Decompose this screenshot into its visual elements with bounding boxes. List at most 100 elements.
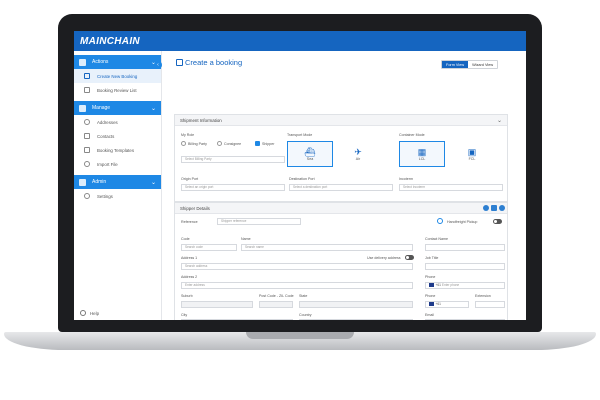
handfreight-label: Handfreight Pickup: [447, 220, 478, 224]
reference-input[interactable]: Shipper reference: [217, 218, 301, 225]
sidebar-item-help[interactable]: Help: [80, 310, 99, 316]
phone2-input[interactable]: +61: [425, 301, 469, 308]
laptop-notch: [246, 332, 354, 339]
phone-placeholder: Enter phone: [441, 283, 460, 287]
contact-name-input[interactable]: [425, 244, 505, 251]
email-input[interactable]: [425, 319, 505, 320]
sidebar-group-label: Admin: [92, 179, 107, 185]
sidebar-item-create-new-booking[interactable]: Create New Booking: [74, 69, 161, 83]
gear-icon: [84, 193, 90, 199]
help-icon: [80, 310, 86, 316]
refresh-icon[interactable]: [483, 205, 489, 211]
city-label: City: [181, 313, 188, 317]
address1-input[interactable]: Search address: [181, 263, 413, 270]
wizard-view-button[interactable]: Wizard View: [468, 61, 497, 68]
suburb-label: Suburb: [181, 294, 193, 298]
phone-code: +61: [435, 283, 441, 287]
section-header[interactable]: Shipper Details: [175, 203, 507, 214]
incoterm-select[interactable]: Select Incoterm: [399, 184, 503, 191]
sidebar-item-booking-review-list[interactable]: Booking Review List: [74, 83, 161, 97]
code-input[interactable]: Search code: [181, 244, 237, 251]
transport-mode-sea[interactable]: ⛴ Sea: [287, 141, 333, 167]
container-mode-label: LCL: [418, 157, 426, 161]
job-title-label: Job Title: [425, 256, 439, 260]
check-circle-icon: [437, 218, 443, 224]
city-input[interactable]: [181, 319, 293, 320]
sidebar-item-label: Import File: [97, 161, 118, 167]
sidebar-item-contacts[interactable]: Contacts: [74, 129, 161, 143]
address2-input[interactable]: Enter address: [181, 282, 413, 289]
use-delivery-address-toggle[interactable]: [405, 255, 414, 260]
section-header[interactable]: Shipment Information ⌄: [175, 115, 507, 126]
sidebar-group-actions[interactable]: Actions⌄: [74, 55, 161, 69]
form-view-button[interactable]: Form View: [442, 61, 469, 68]
name-input[interactable]: Search name: [241, 244, 413, 251]
role-select[interactable]: Select Billing Party: [181, 156, 285, 163]
country-label: Country: [299, 313, 312, 317]
app-logo: MAINCHAIN: [80, 35, 140, 47]
chevron-down-icon: ⌄: [496, 117, 502, 124]
radio-icon: [217, 141, 222, 146]
sidebar-item-label: Booking Review List: [97, 87, 137, 93]
sidebar-group-manage[interactable]: Manage ⌄: [74, 101, 161, 115]
sidebar-item-label: Contacts: [97, 133, 115, 139]
origin-port-select[interactable]: Select an origin port: [181, 184, 285, 191]
phone-input[interactable]: +61 Enter phone: [425, 282, 505, 289]
transport-mode-label: Air: [355, 157, 361, 161]
state-input[interactable]: [299, 301, 413, 308]
settings-icon[interactable]: [499, 205, 505, 211]
sidebar-item-label: Settings: [97, 193, 113, 199]
laptop-frame: MAINCHAIN Actions⌄ Create New Booking Bo…: [0, 0, 600, 400]
list-icon: [84, 87, 90, 93]
role-billing-party-radio[interactable]: Billing Party: [181, 141, 207, 146]
sidebar-collapse-button[interactable]: ‹: [154, 61, 162, 69]
save-icon[interactable]: [491, 205, 497, 211]
reference-label: Reference: [181, 220, 198, 224]
address1-label: Address 1: [181, 256, 198, 260]
boxes-icon: ▦: [417, 147, 427, 157]
sidebar-item-booking-templates[interactable]: Booking Templates: [74, 143, 161, 157]
sidebar-group-label: Manage: [92, 105, 111, 111]
sidebar-group-label: Actions: [92, 59, 109, 65]
transport-mode-label: Sea: [306, 157, 314, 161]
sidebar-item-label: Addresses: [97, 119, 118, 125]
handfreight-toggle[interactable]: [493, 219, 502, 224]
container-mode-label: FCL: [468, 157, 476, 161]
container-mode-fcl[interactable]: ▣ FCL: [449, 141, 495, 167]
contacts-icon: [84, 133, 90, 139]
shipper-details-section: Shipper Details Reference Shipper refere…: [174, 202, 508, 320]
sidebar-item-import-file[interactable]: Import File: [74, 157, 161, 171]
role-consignee-radio[interactable]: Consignee: [217, 141, 241, 146]
postcode-input[interactable]: [259, 301, 293, 308]
sidebar-item-addresses[interactable]: Addresses: [74, 115, 161, 129]
address2-label: Address 2: [181, 275, 198, 279]
sidebar-item-settings[interactable]: Settings: [74, 189, 161, 203]
destination-port-select[interactable]: Select a destination port: [289, 184, 393, 191]
state-label: State: [299, 294, 308, 298]
radio-label: Billing Party: [188, 141, 207, 146]
role-shipper-radio[interactable]: Shipper: [255, 141, 274, 146]
chevron-down-icon: ⌄: [150, 105, 156, 112]
template-icon: [84, 147, 90, 153]
app-screen: MAINCHAIN Actions⌄ Create New Booking Bo…: [74, 31, 526, 320]
australia-flag-icon: [429, 283, 434, 287]
extension-label: Extension: [475, 294, 491, 298]
extension-input[interactable]: [475, 301, 505, 308]
cloud-upload-icon: [84, 161, 90, 167]
radio-icon: [181, 141, 186, 146]
country-input[interactable]: [299, 319, 413, 320]
sidebar: Actions⌄ Create New Booking Booking Revi…: [74, 51, 162, 320]
radio-label: Shipper: [262, 141, 275, 146]
booking-icon: [84, 73, 90, 79]
transport-mode-air[interactable]: ✈ Air: [335, 141, 381, 167]
page-title: Create a booking: [185, 58, 243, 67]
suburb-input[interactable]: [181, 301, 253, 308]
origin-port-label: Origin Port: [181, 177, 199, 181]
use-delivery-address-label: Use delivery address: [367, 256, 401, 260]
name-label: Name: [241, 237, 251, 241]
sidebar-group-admin[interactable]: Admin ⌄: [74, 175, 161, 189]
ship-icon: ⛴: [304, 147, 316, 157]
job-title-input[interactable]: [425, 263, 505, 270]
sidebar-item-label: Help: [90, 310, 100, 316]
container-mode-lcl[interactable]: ▦ LCL: [399, 141, 445, 167]
